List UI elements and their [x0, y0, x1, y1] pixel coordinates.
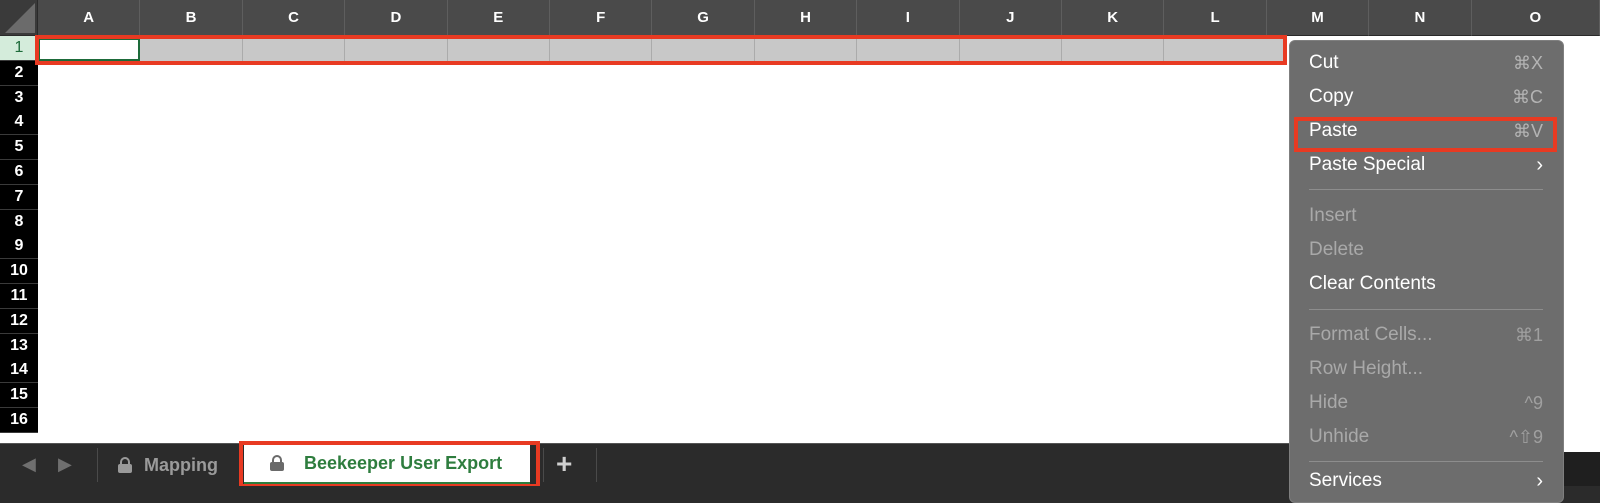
row-header[interactable]: 13 — [0, 333, 38, 359]
row-header[interactable]: 10 — [0, 259, 38, 285]
menu-item-paste-special[interactable]: Paste Special › — [1309, 150, 1543, 180]
menu-item-hide[interactable]: Hide ^9 — [1309, 388, 1543, 418]
cell[interactable] — [447, 38, 550, 61]
cell[interactable] — [345, 38, 448, 61]
column-header[interactable]: K — [1062, 0, 1165, 36]
chevron-right-icon: › — [1536, 469, 1543, 492]
tab-beekeeper-user-export[interactable]: Beekeeper User Export — [244, 444, 530, 486]
select-all-corner[interactable] — [0, 0, 38, 36]
row-header[interactable]: 5 — [0, 135, 38, 161]
menu-item-row-height[interactable]: Row Height... — [1309, 354, 1543, 384]
prev-sheet-button[interactable]: ◀ — [22, 454, 36, 475]
row-header[interactable]: 2 — [0, 60, 38, 86]
cell[interactable] — [140, 38, 243, 61]
menu-item-insert[interactable]: Insert — [1309, 201, 1543, 231]
column-header[interactable]: E — [447, 0, 550, 36]
lock-icon — [270, 455, 284, 471]
menu-item-clear-contents[interactable]: Clear Contents — [1309, 269, 1543, 299]
cell[interactable] — [1164, 38, 1285, 61]
menu-item-services[interactable]: Services › — [1309, 466, 1543, 496]
row-header[interactable]: 1 — [0, 36, 38, 61]
column-header[interactable]: G — [652, 0, 755, 36]
menu-item-delete[interactable]: Delete — [1309, 235, 1543, 265]
menu-item-cut[interactable]: Cut ⌘X — [1309, 48, 1543, 78]
cell[interactable] — [754, 38, 858, 61]
column-header[interactable]: B — [140, 0, 243, 36]
column-header[interactable]: M — [1266, 0, 1370, 36]
tab-mapping-label: Mapping — [144, 454, 218, 475]
row-header[interactable]: 9 — [0, 234, 38, 260]
row-header[interactable]: 14 — [0, 358, 38, 384]
row-header[interactable]: 4 — [0, 110, 38, 136]
context-menu: Cut ⌘X Copy ⌘C Paste ⌘V Paste Special › … — [1289, 40, 1564, 503]
menu-item-format-cells[interactable]: Format Cells... ⌘1 — [1309, 320, 1543, 350]
row-header[interactable]: 8 — [0, 209, 38, 235]
row-header[interactable]: 16 — [0, 408, 38, 433]
menu-item-copy[interactable]: Copy ⌘C — [1309, 82, 1543, 112]
column-header[interactable]: N — [1369, 0, 1472, 36]
row-header[interactable]: 3 — [0, 85, 38, 111]
tab-export-label: Beekeeper User Export — [304, 452, 503, 473]
chevron-right-icon: › — [1536, 153, 1543, 176]
row-header[interactable]: 12 — [0, 308, 38, 334]
column-header[interactable]: L — [1164, 0, 1267, 36]
cell[interactable] — [242, 38, 346, 61]
column-header[interactable]: F — [550, 0, 653, 36]
cell[interactable] — [652, 38, 755, 61]
row-header[interactable]: 11 — [0, 284, 38, 309]
menu-item-unhide[interactable]: Unhide ^⇧9 — [1309, 422, 1543, 452]
row-header[interactable]: 7 — [0, 184, 38, 210]
add-sheet-button[interactable]: + — [556, 448, 572, 480]
column-header[interactable]: I — [857, 0, 960, 36]
cell[interactable] — [857, 38, 960, 61]
cell[interactable] — [1062, 38, 1165, 61]
column-header[interactable]: A — [38, 0, 141, 36]
cell[interactable] — [550, 38, 653, 61]
column-header[interactable]: H — [754, 0, 858, 36]
column-header[interactable]: J — [959, 0, 1062, 36]
column-header[interactable]: C — [242, 0, 346, 36]
column-header[interactable]: O — [1471, 0, 1600, 36]
tab-mapping[interactable]: Mapping — [118, 444, 238, 486]
active-cell[interactable] — [38, 38, 141, 61]
menu-item-paste[interactable]: Paste ⌘V — [1309, 116, 1543, 146]
row-header[interactable]: 15 — [0, 383, 38, 409]
next-sheet-button[interactable]: ▶ — [58, 454, 72, 475]
cell[interactable] — [959, 38, 1062, 61]
row-header[interactable]: 6 — [0, 160, 38, 185]
lock-icon — [118, 457, 132, 473]
column-header[interactable]: D — [345, 0, 448, 36]
sheet-tab-bar: ◀ ▶ Mapping Beekeeper User Export + — [0, 441, 1290, 488]
